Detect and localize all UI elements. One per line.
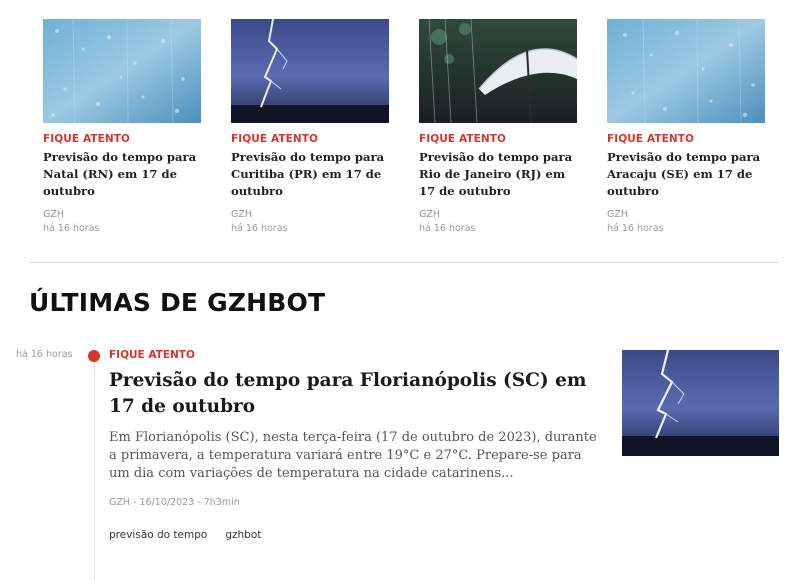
card-age: há 16 horas — [43, 223, 100, 234]
rain-drops-image[interactable] — [43, 19, 201, 123]
card-source: GZH — [607, 209, 629, 220]
umbrella-rain-image[interactable] — [419, 19, 577, 123]
card-kicker[interactable]: FIQUE ATENTO — [607, 133, 765, 145]
card-age: há 16 horas — [419, 223, 476, 234]
card-title[interactable]: Previsão do tempo para Curitiba (PR) em … — [231, 149, 389, 201]
rain-drops-image[interactable] — [607, 19, 765, 123]
card-kicker[interactable]: FIQUE ATENTO — [43, 133, 201, 145]
card-source: GZH — [231, 209, 253, 220]
card-source: GZH — [419, 209, 441, 220]
article-tags: previsão do tempo gzhbot — [109, 529, 604, 541]
timeline-dot — [88, 350, 100, 362]
article-summary[interactable]: Em Florianópolis (SC), nesta terça-feira… — [109, 429, 604, 483]
card-age: há 16 horas — [231, 223, 288, 234]
card-source: GZH — [43, 209, 65, 220]
card-title[interactable]: Previsão do tempo para Rio de Janeiro (R… — [419, 149, 577, 201]
news-card[interactable]: FIQUE ATENTO Previsão do tempo para Rio … — [419, 19, 577, 236]
tag-link[interactable]: gzhbot — [225, 529, 261, 541]
card-kicker[interactable]: FIQUE ATENTO — [419, 133, 577, 145]
card-kicker[interactable]: FIQUE ATENTO — [231, 133, 389, 145]
section-title: ÚLTIMAS DE GZHBOT — [29, 288, 326, 317]
news-card[interactable]: FIQUE ATENTO Previsão do tempo para Curi… — [231, 19, 389, 236]
news-card[interactable]: FIQUE ATENTO Previsão do tempo para Arac… — [607, 19, 765, 236]
related-cards: FIQUE ATENTO Previsão do tempo para Nata… — [43, 19, 765, 236]
article-title[interactable]: Previsão do tempo para Florianópolis (SC… — [109, 368, 604, 420]
timeline-line — [94, 356, 95, 580]
timeline-time: há 16 horas — [16, 349, 73, 360]
lightning-storm-image[interactable] — [231, 19, 389, 123]
lightning-storm-image[interactable] — [622, 350, 779, 456]
news-card[interactable]: FIQUE ATENTO Previsão do tempo para Nata… — [43, 19, 201, 236]
card-title[interactable]: Previsão do tempo para Aracaju (SE) em 1… — [607, 149, 765, 201]
tag-link[interactable]: previsão do tempo — [109, 529, 207, 541]
card-title[interactable]: Previsão do tempo para Natal (RN) em 17 … — [43, 149, 201, 201]
card-age: há 16 horas — [607, 223, 664, 234]
latest-article: FIQUE ATENTO Previsão do tempo para Flor… — [109, 349, 604, 541]
article-kicker[interactable]: FIQUE ATENTO — [109, 349, 604, 362]
section-divider — [29, 262, 779, 263]
article-meta: GZH - 16/10/2023 - 7h3min — [109, 497, 240, 508]
